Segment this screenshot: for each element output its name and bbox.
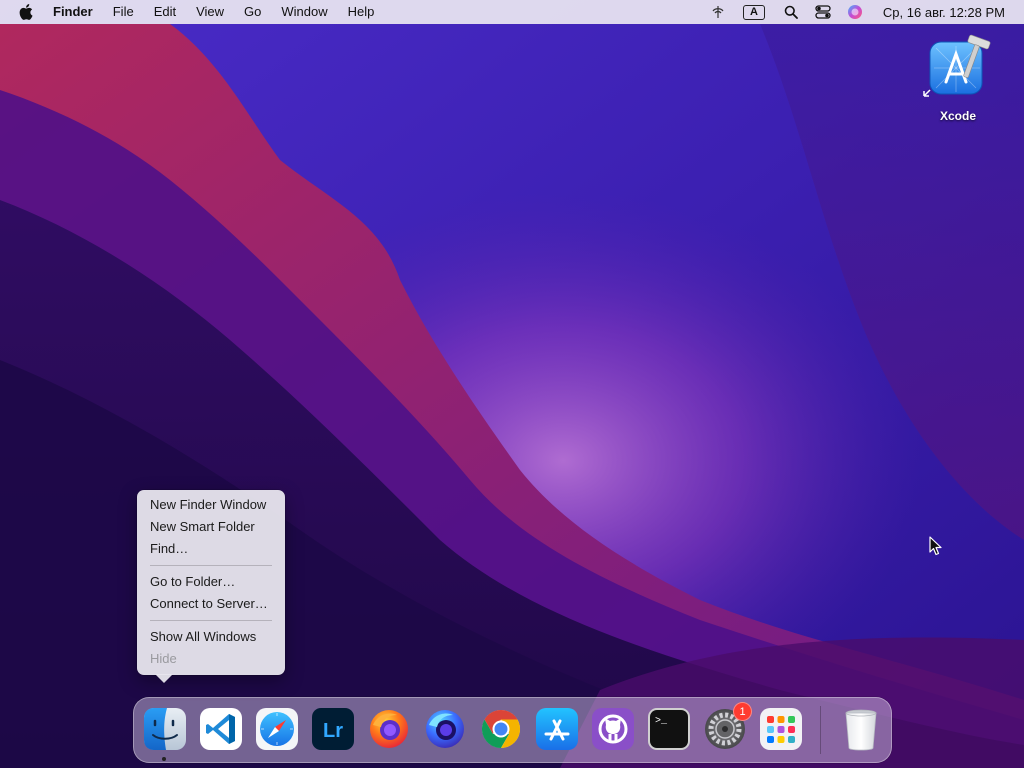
vscode-icon <box>200 708 242 750</box>
apple-menu-icon[interactable] <box>15 0 37 24</box>
menu-help[interactable]: Help <box>338 0 385 24</box>
desktop-item-xcode[interactable]: Xcode <box>922 34 994 123</box>
dock: Lr >_ 1 <box>133 697 892 763</box>
finder-dock-context-menu: New Finder Window New Smart Folder Find…… <box>137 490 285 683</box>
github-desktop-icon <box>592 708 634 750</box>
xcode-icon <box>923 34 991 97</box>
menu-bar-status-area: A Ср, 16 авг. 12:28 PM <box>703 0 1024 24</box>
menu-bar: Finder File Edit View Go Window Help A С… <box>0 0 1024 24</box>
control-center-icon[interactable] <box>807 0 839 24</box>
desktop-item-label: Xcode <box>939 109 976 123</box>
menu-item-go-to-folder[interactable]: Go to Folder… <box>137 571 285 593</box>
menu-file[interactable]: File <box>103 0 144 24</box>
firefox-developer-icon <box>426 710 464 748</box>
firefox-icon <box>370 710 408 748</box>
menu-view[interactable]: View <box>186 0 234 24</box>
running-indicator <box>162 757 166 761</box>
menu-app-name[interactable]: Finder <box>37 0 103 24</box>
menu-item-show-all-windows[interactable]: Show All Windows <box>137 626 285 648</box>
chrome-icon <box>481 709 521 749</box>
menu-item-new-smart-folder[interactable]: New Smart Folder <box>137 516 285 538</box>
dock-item-app-store[interactable] <box>535 707 579 751</box>
lightroom-icon: Lr <box>312 708 354 750</box>
airdrop-icon[interactable] <box>703 0 733 24</box>
spotlight-search-icon[interactable] <box>775 0 807 24</box>
dock-item-vscode[interactable] <box>199 707 243 751</box>
dock-item-lightroom[interactable]: Lr <box>311 707 355 751</box>
menu-item-new-finder-window[interactable]: New Finder Window <box>137 494 285 516</box>
dock-item-firefox-developer[interactable] <box>423 707 467 751</box>
launchpad-icon <box>760 708 802 750</box>
app-store-icon <box>536 708 578 750</box>
dock-item-terminal[interactable]: >_ <box>647 707 691 751</box>
notification-badge: 1 <box>733 702 752 721</box>
dock-item-trash[interactable] <box>839 707 883 751</box>
menu-separator <box>150 620 272 621</box>
siri-icon[interactable] <box>839 0 871 24</box>
dock-item-chrome[interactable] <box>479 707 523 751</box>
dock-item-launchpad[interactable] <box>759 707 803 751</box>
dock-item-finder[interactable] <box>143 707 187 751</box>
dock-separator <box>820 706 821 754</box>
terminal-prompt-glyph: >_ <box>655 716 668 727</box>
menu-item-connect-to-server[interactable]: Connect to Server… <box>137 593 285 615</box>
input-source-label: A <box>742 4 765 20</box>
input-source-icon[interactable]: A <box>733 0 775 24</box>
terminal-icon: >_ <box>648 708 690 750</box>
finder-icon <box>144 708 186 750</box>
dock-item-firefox[interactable] <box>367 707 411 751</box>
menu-bar-clock[interactable]: Ср, 16 авг. 12:28 PM <box>871 5 1024 20</box>
safari-icon <box>256 708 298 750</box>
mouse-pointer-icon <box>929 536 942 556</box>
menu-edit[interactable]: Edit <box>144 0 186 24</box>
lightroom-glyph: Lr <box>323 720 343 742</box>
menu-window[interactable]: Window <box>271 0 337 24</box>
dock-item-safari[interactable] <box>255 707 299 751</box>
trash-icon <box>845 709 877 751</box>
menu-go[interactable]: Go <box>234 0 271 24</box>
dock-item-github-desktop[interactable] <box>591 707 635 751</box>
menu-separator <box>150 565 272 566</box>
menu-item-find[interactable]: Find… <box>137 538 285 560</box>
menu-item-hide: Hide <box>150 651 177 666</box>
